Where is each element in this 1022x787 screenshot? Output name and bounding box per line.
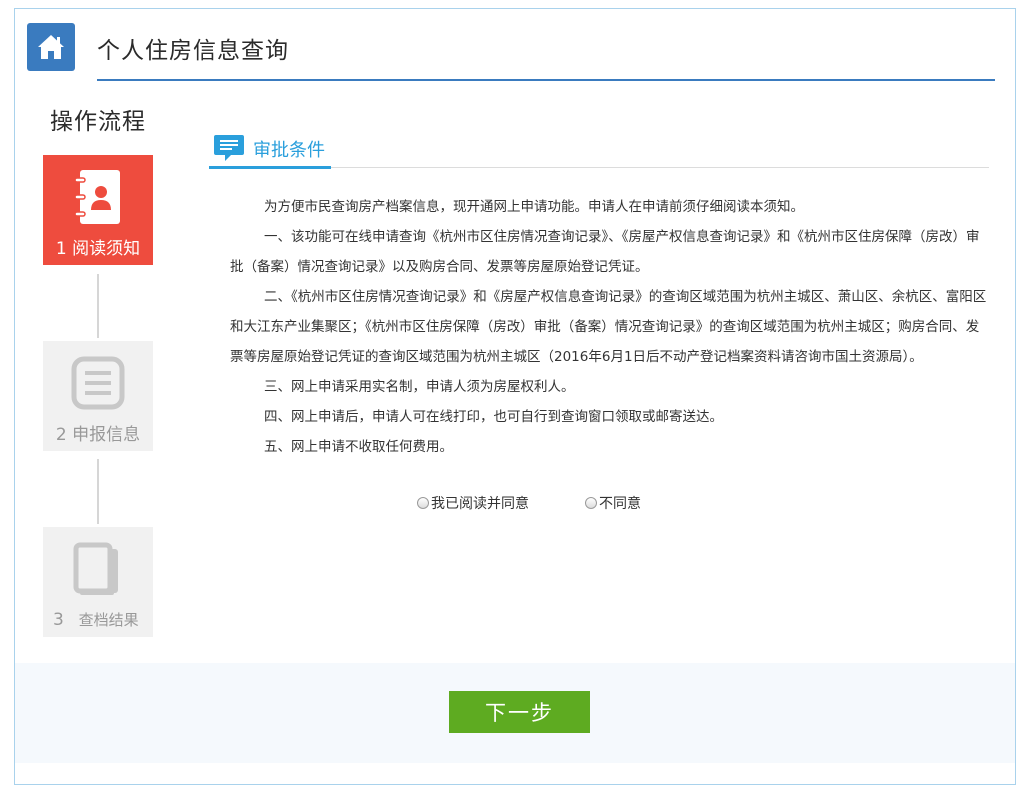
step-connector: [97, 459, 99, 524]
step-label: 申报信息: [72, 425, 141, 445]
step-archive-result[interactable]: 3 查档结果: [43, 527, 153, 637]
step-declare-info[interactable]: 2 申报信息: [43, 341, 153, 451]
flow-title: 操作流程: [50, 109, 146, 135]
disagree-radio[interactable]: 不同意: [585, 493, 641, 513]
notice-paragraph: 一、该功能可在线申请查询《杭州市区住房情况查询记录》、《房屋产权信息查询记录》和…: [230, 229, 980, 275]
contacts-book-icon: [70, 169, 126, 225]
step-read-notice[interactable]: 1 阅读须知: [43, 155, 153, 265]
agree-radio[interactable]: 我已阅读并同意: [417, 493, 529, 513]
step-number: 1: [55, 239, 67, 259]
page-title: 个人住房信息查询: [97, 38, 289, 64]
step-number: 3: [53, 610, 64, 630]
agree-label: 我已阅读并同意: [431, 496, 529, 512]
step-label: 查档结果: [78, 611, 139, 629]
title-divider: [97, 79, 995, 81]
conditions-underline: [209, 166, 331, 169]
step-label: 阅读须知: [72, 239, 141, 259]
notice-paragraph: 二、《杭州市区住房情况查询记录》和《房屋产权信息查询记录》的查询区域范围为杭州主…: [230, 289, 987, 365]
radio-icon[interactable]: [585, 497, 597, 509]
book-icon: [70, 541, 126, 597]
speech-bubble-icon: [213, 133, 245, 167]
notice-paragraph: 四、网上申请后，申请人可在线打印，也可自行到查询窗口领取或邮寄送达。: [264, 409, 723, 425]
step-number: 2: [55, 425, 67, 445]
home-icon[interactable]: [27, 23, 75, 71]
conditions-title: 审批条件: [253, 140, 325, 161]
notice-paragraph: 为方便市民查询房产档案信息，现开通网上申请功能。申请人在申请前须仔细阅读本须知。: [264, 199, 804, 215]
notice-paragraph: 五、网上申请不收取任何费用。: [264, 439, 453, 455]
conditions-divider: [331, 167, 989, 168]
radio-icon[interactable]: [417, 497, 429, 509]
step-connector: [97, 274, 99, 338]
notice-text: 为方便市民查询房产档案信息，现开通网上申请功能。申请人在申请前须仔细阅读本须知。…: [230, 192, 990, 462]
notice-paragraph: 三、网上申请采用实名制，申请人须为房屋权利人。: [264, 379, 575, 395]
next-step-button[interactable]: 下一步: [449, 691, 590, 733]
document-list-icon: [70, 355, 126, 411]
conditions-header: 审批条件: [209, 133, 989, 169]
main-panel: 个人住房信息查询 操作流程 1 阅读须知 2 申报信息 3 查档结果 审批条件 …: [14, 8, 1016, 785]
disagree-label: 不同意: [599, 496, 641, 512]
